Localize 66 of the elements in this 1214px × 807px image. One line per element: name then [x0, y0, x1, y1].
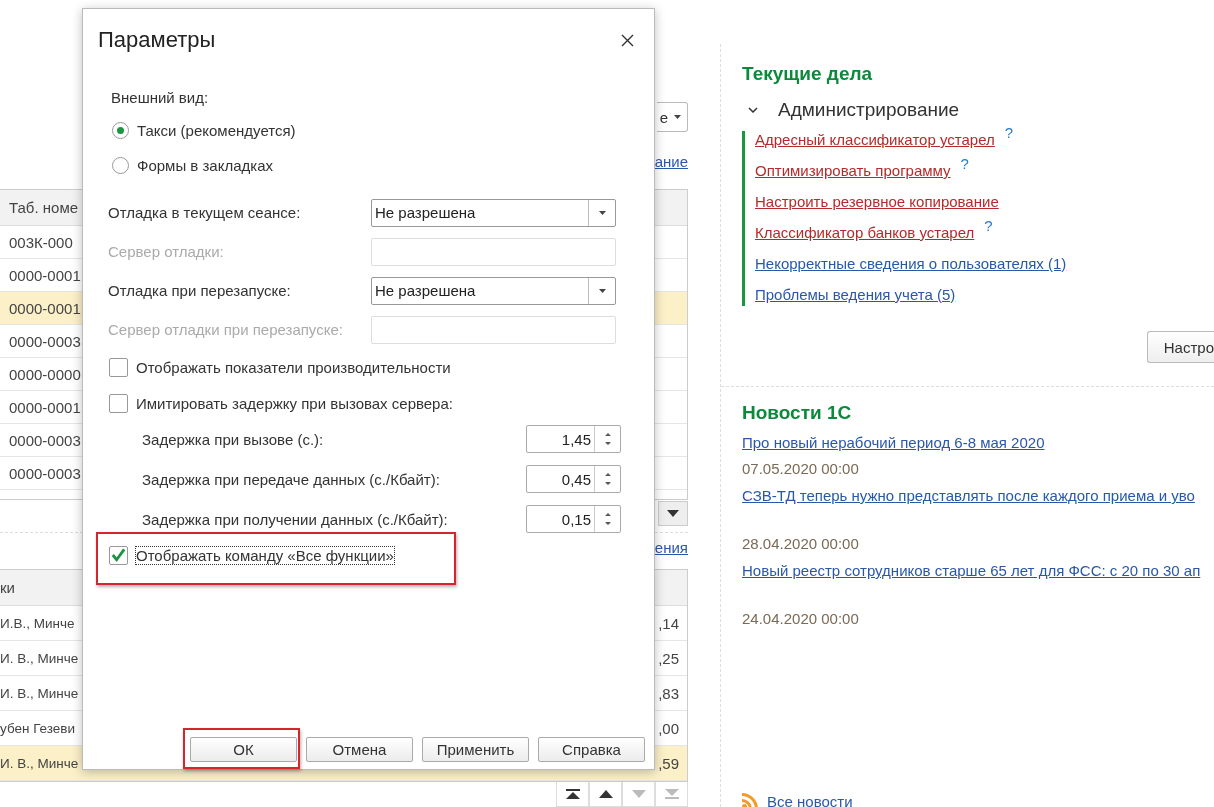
- column-header: Таб. номе: [8, 199, 79, 216]
- dialog-button[interactable]: Справка: [538, 737, 645, 762]
- section-title: Новости 1С: [742, 402, 853, 424]
- help-link[interactable]: ?: [1004, 124, 1014, 141]
- field-label: Задержка при получении данных (с./Кбайт):: [142, 510, 448, 528]
- table-cell-text: 0000-0003: [8, 464, 81, 482]
- table-cell-text: 0000-0001: [8, 266, 81, 284]
- dropdown[interactable]: Не разрешена: [371, 276, 616, 305]
- checkbox-label: Отображать показатели производительности: [136, 358, 451, 376]
- news-date: 07.05.2020 00:00: [742, 460, 860, 477]
- settings-button[interactable]: Настро: [1146, 331, 1214, 363]
- table-cell-text: 0000-0003: [8, 431, 81, 449]
- table-cell: И. В., Минче: [0, 755, 79, 771]
- group-title: Администрирование: [778, 99, 960, 121]
- number-field[interactable]: 0,15: [526, 505, 621, 533]
- table-cell-text: 0000-0001: [8, 398, 81, 416]
- field-label: Сервер отладки:: [108, 243, 224, 260]
- table-cell: И. В., Минче: [0, 685, 79, 701]
- number-field[interactable]: 1,45: [526, 425, 621, 453]
- table-cell-text: 0000-0001: [8, 299, 81, 317]
- field-label: Задержка при вызове (с.):: [142, 430, 324, 448]
- dropdown[interactable]: Не разрешена: [371, 198, 616, 227]
- dialog-button[interactable]: ОК: [190, 737, 297, 762]
- task-link[interactable]: Настроить резервное копирование: [755, 193, 999, 210]
- field-label: Отладка в текущем сеансе:: [108, 204, 301, 221]
- checkbox-label: Имитировать задержку при вызовах сервера:: [136, 394, 453, 412]
- table-cell: ,59: [658, 754, 679, 772]
- number-field[interactable]: 0,45: [526, 465, 621, 493]
- table-cell: ,00: [658, 719, 679, 737]
- news-date: 28.04.2020 00:00: [742, 535, 860, 552]
- table-cell-text: 0000-0003: [8, 332, 81, 350]
- news-link[interactable]: Про новый нерабочий период 6-8 мая 2020: [742, 434, 1214, 451]
- section-title: Текущие дела: [742, 63, 874, 85]
- all-news-link[interactable]: Все новости: [767, 792, 853, 807]
- task-link[interactable]: Классификатор банков устарел: [755, 224, 975, 241]
- help-link[interactable]: ?: [960, 155, 969, 172]
- field-label: Задержка при передаче данных (с./Кбайт):: [142, 470, 440, 488]
- link[interactable]: ения: [654, 539, 688, 556]
- task-link[interactable]: Адресный классификатор устарел: [755, 131, 995, 148]
- dialog-title: Параметры: [98, 27, 216, 53]
- table-cell: убен Гезеви: [0, 720, 76, 736]
- checkbox-label: Отображать команду «Все функции»: [136, 546, 394, 564]
- table-cell: ,14: [658, 614, 679, 632]
- help-link[interactable]: ?: [984, 217, 993, 234]
- field-label: Отладка при перезапуске:: [108, 282, 291, 299]
- field-label: Сервер отладки при перезапуске:: [108, 321, 343, 338]
- table-cell: ,25: [658, 649, 679, 667]
- news-link[interactable]: СЗВ-ТД теперь нужно представлять после каждого приема и уво: [742, 487, 1214, 504]
- task-link[interactable]: Некорректные сведения о пользователях (1): [755, 255, 1067, 272]
- table-cell: ,83: [658, 684, 679, 702]
- task-link[interactable]: Проблемы ведения учета (5): [755, 286, 956, 303]
- task-link[interactable]: Оптимизировать программу: [755, 162, 951, 179]
- dialog-button[interactable]: Применить: [422, 737, 529, 762]
- radio-label: Формы в закладках: [137, 156, 274, 174]
- news-date: 24.04.2020 00:00: [742, 610, 860, 627]
- table-cell-text: 0000-0000: [8, 365, 81, 383]
- link[interactable]: ание: [654, 153, 688, 170]
- news-link[interactable]: Новый реестр сотрудников старше 65 лет для ФСС: с 20 по 30 ап: [742, 562, 1214, 579]
- section-label: Внешний вид:: [111, 89, 210, 106]
- table-cell: И. В., Минче: [0, 650, 79, 666]
- table-cell-text: 003К-000: [8, 233, 73, 251]
- dialog-button[interactable]: Отмена: [306, 737, 413, 762]
- column-header: ки: [0, 579, 15, 596]
- table-cell: И.В., Минче: [0, 615, 75, 631]
- dropdown[interactable]: е: [657, 102, 688, 132]
- radio-label: Такси (рекомендуется): [137, 121, 296, 139]
